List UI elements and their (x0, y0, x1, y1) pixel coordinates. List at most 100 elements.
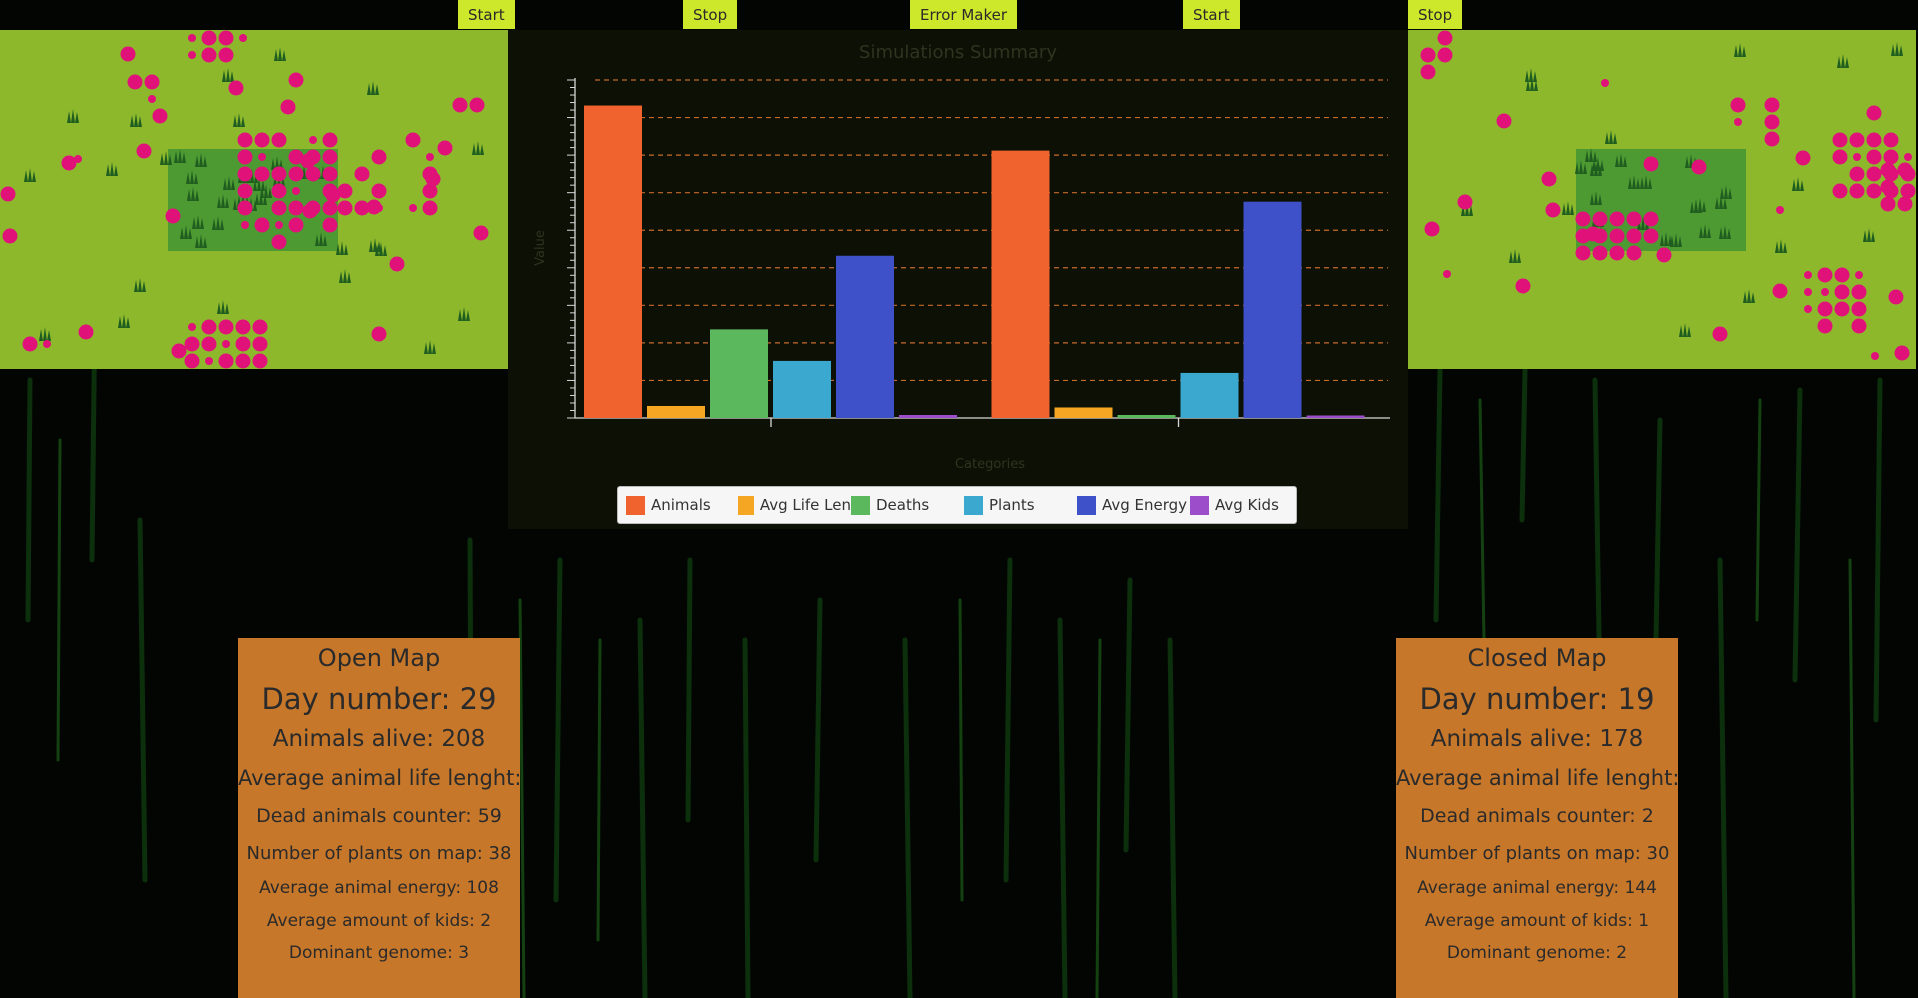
animal-dot-icon (1420, 64, 1436, 80)
animals-alive: Animals alive: 208 (272, 726, 486, 752)
legend-swatch (1190, 495, 1209, 515)
animal-dot-icon (1866, 183, 1882, 199)
animal-dot-icon (152, 108, 168, 124)
average-energy: Average animal energy: 108 (259, 878, 499, 898)
left-stop-button[interactable]: Stop (683, 0, 738, 29)
animal-dot-icon (1866, 149, 1882, 165)
left-start-button[interactable]: Start (458, 0, 515, 29)
animal-dot-icon (171, 343, 187, 359)
animal-dot-icon (0, 186, 16, 202)
right-start-button[interactable]: Start (1183, 0, 1240, 29)
animal-dot-icon (1853, 153, 1861, 161)
animal-dot-icon (218, 47, 234, 63)
animal-dot-icon (1880, 162, 1896, 178)
animal-dot-icon (1443, 270, 1451, 278)
animal-dot-icon (188, 323, 196, 331)
legend-swatch (626, 495, 645, 515)
animal-dot-icon (1849, 132, 1865, 148)
animal-dot-icon (1575, 245, 1591, 261)
dominant-genome: Dominant genome: 2 (1446, 943, 1628, 963)
animal-dot-icon (426, 153, 434, 161)
legend-label: Animals (651, 496, 711, 514)
x-axis-label: Categories (955, 457, 1025, 472)
animal-dot-icon (1900, 183, 1916, 199)
animal-dot-icon (136, 143, 152, 159)
animal-dot-icon (405, 132, 421, 148)
animal-dot-icon (322, 200, 338, 216)
animal-dot-icon (1866, 166, 1882, 182)
animal-dot-icon (271, 200, 287, 216)
right-stop-button[interactable]: Stop (1408, 0, 1463, 29)
animal-dot-icon (1880, 179, 1896, 195)
animal-dot-icon (1656, 247, 1672, 263)
animal-dot-icon (1832, 132, 1848, 148)
legend-item-plants: Plants (964, 495, 1077, 515)
animal-dot-icon (1592, 245, 1608, 261)
average-energy: Average animal energy: 144 (1417, 878, 1657, 898)
bar-avg-kids-1 (1306, 415, 1365, 418)
animal-dot-icon (1817, 318, 1833, 334)
animal-dot-icon (239, 34, 247, 42)
animal-dot-icon (74, 155, 82, 163)
bar-plants-1 (1180, 372, 1239, 418)
animal-dot-icon (1883, 132, 1899, 148)
legend-label: Avg Energy (1102, 496, 1188, 514)
bar-deaths-1 (1117, 414, 1176, 418)
dominant-genome: Dominant genome: 3 (288, 943, 470, 963)
animal-dot-icon (252, 353, 268, 369)
animal-dot-icon (1851, 301, 1867, 317)
animal-dot-icon (1832, 183, 1848, 199)
animal-dot-icon (184, 336, 200, 352)
animal-dot-icon (201, 30, 217, 46)
bar-plants-0 (773, 360, 831, 418)
animal-dot-icon (409, 204, 417, 212)
animal-dot-icon (222, 340, 230, 348)
error-maker-button[interactable]: Error Maker (910, 0, 1018, 29)
animal-dot-icon (165, 208, 181, 224)
animal-dot-icon (271, 234, 287, 250)
animal-dot-icon (1437, 47, 1453, 63)
bar-animals-1 (991, 150, 1050, 419)
animal-dot-icon (1691, 159, 1707, 175)
animal-dot-icon (437, 140, 453, 156)
chart-svg: Simulations Summary Value Categories (533, 42, 1390, 472)
animal-dot-icon (300, 153, 316, 169)
animal-dot-icon (237, 132, 253, 148)
animal-dot-icon (254, 166, 270, 182)
animal-dot-icon (237, 166, 253, 182)
animal-dot-icon (127, 74, 143, 90)
animal-dot-icon (1764, 97, 1780, 113)
animal-dot-icon (1871, 352, 1879, 360)
animal-dot-icon (1804, 305, 1812, 313)
animal-dot-icon (1776, 206, 1784, 214)
animals-alive: Animals alive: 178 (1430, 726, 1644, 752)
legend-swatch (851, 495, 870, 515)
animal-dot-icon (1764, 131, 1780, 147)
animal-dot-icon (188, 34, 196, 42)
bar-avg-kids-0 (899, 414, 957, 418)
animal-dot-icon (371, 149, 387, 165)
animal-dot-icon (309, 136, 317, 144)
animal-dot-icon (1834, 267, 1850, 283)
animal-dot-icon (1817, 267, 1833, 283)
animal-dot-icon (1712, 326, 1728, 342)
animal-dot-icon (1849, 183, 1865, 199)
legend-swatch (738, 495, 754, 515)
animal-dot-icon (1609, 245, 1625, 261)
animal-dot-icon (325, 187, 341, 203)
animal-dot-icon (280, 99, 296, 115)
animal-dot-icon (2, 228, 18, 244)
animal-dot-icon (366, 199, 382, 215)
animal-dot-icon (1545, 202, 1561, 218)
legend-item-avg-kids: Avg Kids (1190, 495, 1282, 515)
animal-dot-icon (1880, 196, 1896, 212)
animal-dot-icon (271, 183, 287, 199)
animal-dot-icon (322, 132, 338, 148)
legend-label: Avg Kids (1215, 496, 1279, 514)
plants-on-map: Number of plants on map: 30 (1404, 843, 1670, 864)
average-kids: Average amount of kids: 1 (1424, 911, 1650, 931)
animal-dot-icon (1585, 226, 1601, 242)
animal-dot-icon (1424, 221, 1440, 237)
animal-dot-icon (1609, 211, 1625, 227)
animal-dot-icon (288, 72, 304, 88)
